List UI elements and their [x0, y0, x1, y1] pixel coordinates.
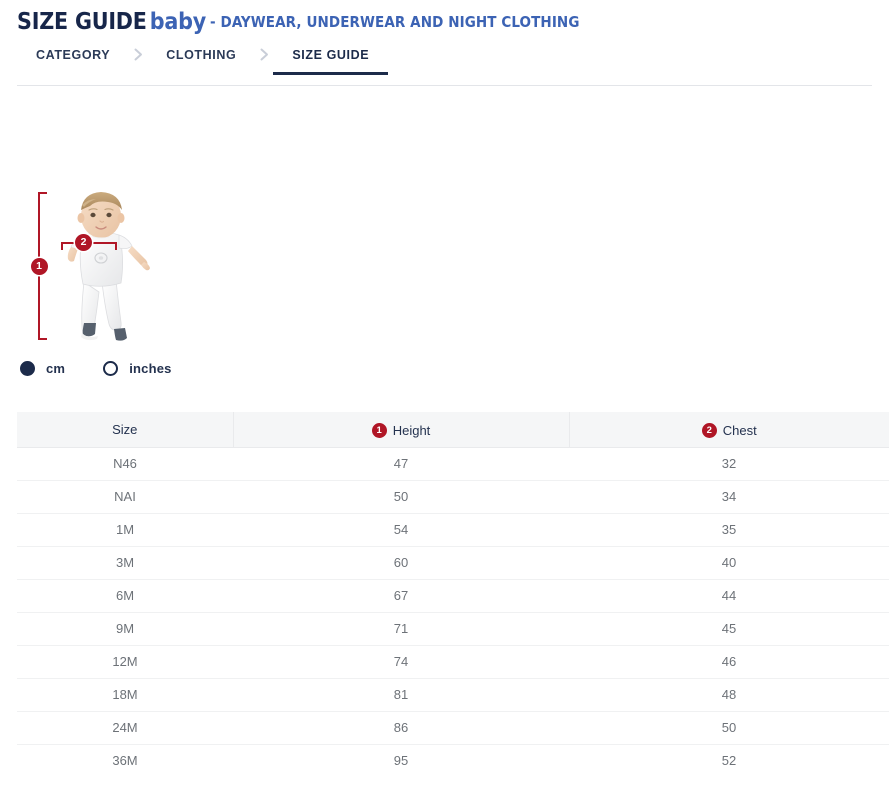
size-table-body: N464732NAI50341M54353M60406M67449M714512… [17, 447, 889, 777]
table-row: 24M8650 [17, 711, 889, 744]
chest-cell: 50 [569, 711, 889, 744]
height-cell: 74 [233, 645, 569, 678]
size-cell: 36M [17, 744, 233, 777]
size-cell: 3M [17, 546, 233, 579]
size-cell: 1M [17, 513, 233, 546]
table-row: 1M5435 [17, 513, 889, 546]
table-row: 18M8148 [17, 678, 889, 711]
size-cell: NAI [17, 480, 233, 513]
breadcrumb-item-size-guide[interactable]: SIZE GUIDE [292, 48, 369, 75]
column-badge-chest: 2 [702, 423, 717, 438]
chest-cell: 46 [569, 645, 889, 678]
column-header-chest-label: Chest [723, 423, 757, 438]
chest-cell: 52 [569, 744, 889, 777]
radio-cm-icon[interactable] [20, 361, 35, 376]
size-cell: 9M [17, 612, 233, 645]
table-row: 36M9552 [17, 744, 889, 777]
size-table: Size 1 Height 2 Chest N464732NAI5034 [17, 412, 889, 777]
height-cell: 67 [233, 579, 569, 612]
measurement-figure: 1 2 [20, 186, 170, 351]
column-header-height-label: Height [393, 423, 431, 438]
table-row: 6M6744 [17, 579, 889, 612]
size-guide-page: SIZE GUIDEbaby- DAYWEAR, UNDERWEAR AND N… [0, 0, 889, 791]
page-title-accent: baby [150, 9, 206, 35]
unit-option-cm-label: cm [46, 361, 65, 376]
height-cell: 50 [233, 480, 569, 513]
header-divider [17, 85, 872, 86]
unit-option-inches[interactable]: inches [103, 361, 171, 376]
chest-measure-cap-right [115, 242, 117, 250]
size-cell: 24M [17, 711, 233, 744]
table-header-row: Size 1 Height 2 Chest [17, 412, 889, 447]
height-cell: 71 [233, 612, 569, 645]
breadcrumb: CATEGORY CLOTHING SIZE GUIDE [0, 48, 889, 86]
chevron-right-icon [236, 48, 292, 74]
radio-inches-icon[interactable] [103, 361, 118, 376]
chest-cell: 40 [569, 546, 889, 579]
size-cell: N46 [17, 447, 233, 480]
measurement-figure-area: 1 2 [0, 96, 889, 356]
column-header-chest: 2 Chest [569, 412, 889, 447]
table-row: N464732 [17, 447, 889, 480]
chest-cell: 35 [569, 513, 889, 546]
height-cell: 95 [233, 744, 569, 777]
chest-cell: 48 [569, 678, 889, 711]
chest-cell: 44 [569, 579, 889, 612]
height-cell: 54 [233, 513, 569, 546]
chest-cell: 45 [569, 612, 889, 645]
page-title: SIZE GUIDEbaby- DAYWEAR, UNDERWEAR AND N… [17, 11, 580, 34]
chest-cell: 32 [569, 447, 889, 480]
breadcrumb-item-category[interactable]: CATEGORY [36, 48, 110, 75]
unit-selector: cm inches [20, 358, 172, 378]
table-row: NAI5034 [17, 480, 889, 513]
height-cell: 86 [233, 711, 569, 744]
chevron-right-icon [110, 48, 166, 74]
page-title-subtitle: - DAYWEAR, UNDERWEAR AND NIGHT CLOTHING [210, 13, 580, 31]
size-cell: 6M [17, 579, 233, 612]
column-header-size-label: Size [112, 422, 137, 437]
column-header-height: 1 Height [233, 412, 569, 447]
chest-measure-cap-left [61, 242, 63, 250]
table-row: 12M7446 [17, 645, 889, 678]
baby-photo [52, 190, 152, 348]
page-title-main: SIZE GUIDE [17, 9, 147, 35]
breadcrumb-item-clothing[interactable]: CLOTHING [166, 48, 236, 75]
marker-badge-height: 1 [31, 258, 48, 275]
chest-cell: 34 [569, 480, 889, 513]
unit-option-inches-label: inches [129, 361, 171, 376]
size-table-head: Size 1 Height 2 Chest [17, 412, 889, 447]
height-measure-cap-top [38, 192, 47, 194]
column-header-size: Size [17, 412, 233, 447]
marker-badge-chest: 2 [75, 234, 92, 251]
height-measure-cap-bottom [38, 338, 47, 340]
height-cell: 47 [233, 447, 569, 480]
table-row: 3M6040 [17, 546, 889, 579]
table-row: 9M7145 [17, 612, 889, 645]
size-cell: 12M [17, 645, 233, 678]
unit-option-cm[interactable]: cm [20, 361, 65, 376]
height-cell: 81 [233, 678, 569, 711]
size-cell: 18M [17, 678, 233, 711]
height-cell: 60 [233, 546, 569, 579]
column-badge-height: 1 [372, 423, 387, 438]
